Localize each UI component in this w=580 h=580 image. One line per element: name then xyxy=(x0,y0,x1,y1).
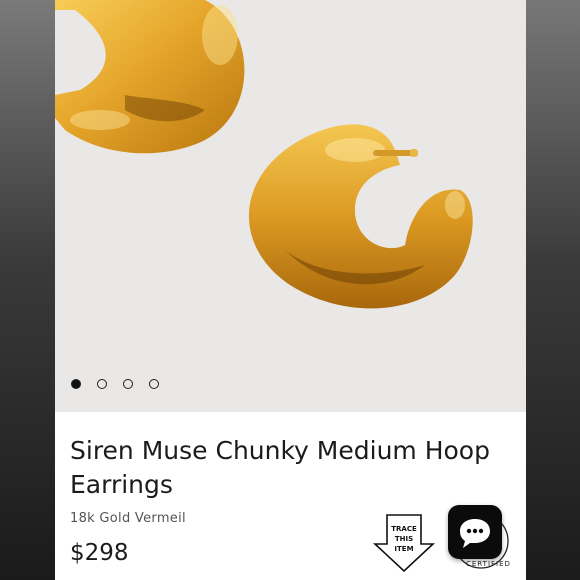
product-title: Siren Muse Chunky Medium Hoop Earrings xyxy=(70,436,490,499)
certified-text: CERTIFIED xyxy=(466,560,510,568)
chat-bubble-icon xyxy=(460,519,490,548)
trace-label-line2: THIS xyxy=(394,535,414,543)
earrings-illustration xyxy=(55,0,473,309)
right-side-background xyxy=(526,0,580,580)
trace-label: TRACE THIS ITEM xyxy=(373,524,435,554)
carousel-dot[interactable] xyxy=(149,379,159,389)
trace-label-line1: TRACE xyxy=(391,525,417,533)
product-price: $298 xyxy=(70,540,129,566)
carousel-indicators xyxy=(71,379,159,389)
carousel-dot[interactable] xyxy=(71,379,81,389)
left-side-background xyxy=(0,0,55,580)
trace-label-line3: ITEM xyxy=(394,545,414,553)
chat-button[interactable] xyxy=(448,505,502,559)
trace-this-item-badge[interactable]: TRACE THIS ITEM xyxy=(372,514,436,573)
product-card: Siren Muse Chunky Medium Hoop Earrings 1… xyxy=(55,0,526,580)
carousel-dot[interactable] xyxy=(123,379,133,389)
carousel-dot[interactable] xyxy=(97,379,107,389)
product-material: 18k Gold Vermeil xyxy=(70,511,186,526)
product-image[interactable] xyxy=(55,0,526,412)
